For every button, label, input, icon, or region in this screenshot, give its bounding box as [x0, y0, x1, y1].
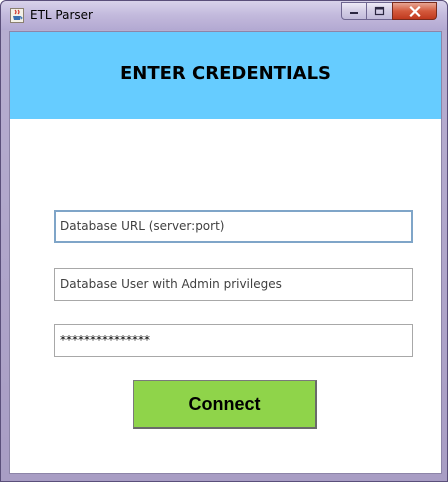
minimize-button[interactable] — [341, 2, 367, 20]
database-url-field[interactable]: Database URL (server:port) — [54, 210, 413, 243]
app-window: ETL Parser ENTER CREDENTIALS Database UR… — [0, 0, 448, 482]
window-title: ETL Parser — [30, 8, 93, 22]
close-icon — [408, 5, 421, 17]
connect-button[interactable]: Connect — [133, 380, 317, 429]
minimize-icon — [350, 12, 358, 14]
page-title: ENTER CREDENTIALS — [119, 63, 332, 84]
maximize-icon — [374, 6, 385, 16]
database-user-field[interactable]: Database User with Admin privileges — [54, 268, 413, 301]
close-button[interactable] — [392, 2, 437, 20]
content-panel: ENTER CREDENTIALS Database URL (server:p… — [9, 31, 442, 474]
maximize-button[interactable] — [366, 2, 393, 20]
header-banner: ENTER CREDENTIALS — [10, 32, 441, 119]
java-cup-icon — [10, 8, 24, 23]
title-bar[interactable]: ETL Parser — [1, 1, 447, 30]
password-field[interactable]: *************** — [54, 324, 413, 357]
